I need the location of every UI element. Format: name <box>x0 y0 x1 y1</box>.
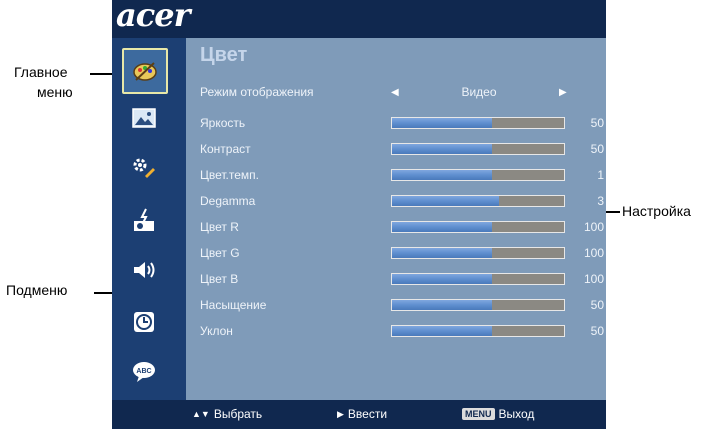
slider-fill <box>392 300 492 310</box>
right-arrow-icon: ▶ <box>337 408 344 419</box>
setting-label: Насыщение <box>200 298 267 312</box>
footer-enter: ▶ Ввести <box>337 407 387 421</box>
callout-submenu: Подменю <box>6 282 68 298</box>
setting-label: Цвет G <box>200 246 240 260</box>
callout-setting: Настройка <box>622 203 691 219</box>
setting-value: 100 <box>583 272 604 286</box>
footer-bar: ▲▼ Выбрать ▶ Ввести MENU Выход <box>112 400 606 429</box>
up-down-arrow-icon: ▲▼ <box>192 409 210 419</box>
brand-logo: acer <box>116 0 190 34</box>
language-icon: ABC <box>131 360 157 384</box>
arrow-left-icon[interactable]: ◀ <box>391 87 399 98</box>
svg-text:ABC: ABC <box>136 368 151 375</box>
timer-icon <box>132 310 156 334</box>
submenu-panel: Цвет Режим отображения ◀ Видео ▶ Яркость… <box>186 38 606 400</box>
setting-label: Уклон <box>200 324 233 338</box>
setting-label: Цвет B <box>200 272 239 286</box>
setting-slider[interactable] <box>391 117 565 129</box>
footer-select: ▲▼ Выбрать <box>192 407 262 421</box>
settings-icon <box>131 156 157 180</box>
setting-slider[interactable] <box>391 143 565 155</box>
setting-label: Яркость <box>200 116 246 130</box>
slider-fill <box>392 144 492 154</box>
arrow-right-icon[interactable]: ▶ <box>559 87 567 98</box>
tab-audio[interactable] <box>122 248 166 292</box>
tab-settings[interactable] <box>122 146 166 190</box>
setting-slider[interactable] <box>391 299 565 311</box>
setting-label: Цвет R <box>200 220 239 234</box>
osd-window: acer ABC Цвет Режим отображения ◀ Видео … <box>112 0 606 429</box>
footer-select-label: Выбрать <box>213 407 263 421</box>
slider-fill <box>392 274 492 284</box>
setting-value: 1 <box>597 168 604 182</box>
tab-management[interactable] <box>122 198 166 242</box>
main-menu-sidebar: ABC <box>112 38 186 400</box>
setting-value: 50 <box>590 142 604 156</box>
tab-color[interactable] <box>122 48 168 94</box>
callout-main-menu-line1: Главное <box>14 64 68 80</box>
slider-fill <box>392 170 492 180</box>
brand-bar: acer <box>112 0 606 38</box>
slider-fill <box>392 222 492 232</box>
slider-fill <box>392 196 499 206</box>
setting-value: 3 <box>597 194 604 208</box>
setting-value: 100 <box>583 220 604 234</box>
setting-label: Контраст <box>200 142 251 156</box>
setting-value: 50 <box>590 116 604 130</box>
audio-icon <box>131 259 157 281</box>
tab-language[interactable]: ABC <box>122 350 166 394</box>
color-palette-icon <box>132 60 158 82</box>
setting-value: 50 <box>590 324 604 338</box>
image-icon <box>132 108 156 128</box>
setting-slider[interactable] <box>391 195 565 207</box>
footer-enter-label: Ввести <box>347 407 388 421</box>
page-title: Цвет <box>200 44 248 66</box>
setting-slider[interactable] <box>391 325 565 337</box>
display-mode-label: Режим отображения <box>200 85 314 99</box>
setting-label: Degamma <box>200 194 256 208</box>
menu-key-icon: MENU <box>462 408 495 420</box>
slider-fill <box>392 118 492 128</box>
setting-label: Цвет.темп. <box>200 168 260 182</box>
slider-fill <box>392 248 492 258</box>
setting-slider[interactable] <box>391 247 565 259</box>
setting-value: 100 <box>583 246 604 260</box>
tab-image[interactable] <box>122 96 166 140</box>
slider-fill <box>392 326 492 336</box>
setting-slider[interactable] <box>391 221 565 233</box>
footer-exit-label: Выход <box>498 407 535 421</box>
setting-slider[interactable] <box>391 169 565 181</box>
setting-value: 50 <box>590 298 604 312</box>
tab-timer[interactable] <box>122 300 166 344</box>
footer-exit: MENU Выход <box>462 407 534 421</box>
display-mode-value: Видео <box>461 85 497 99</box>
callout-main-menu-line2: меню <box>37 84 73 100</box>
management-icon <box>131 207 157 233</box>
setting-slider[interactable] <box>391 273 565 285</box>
